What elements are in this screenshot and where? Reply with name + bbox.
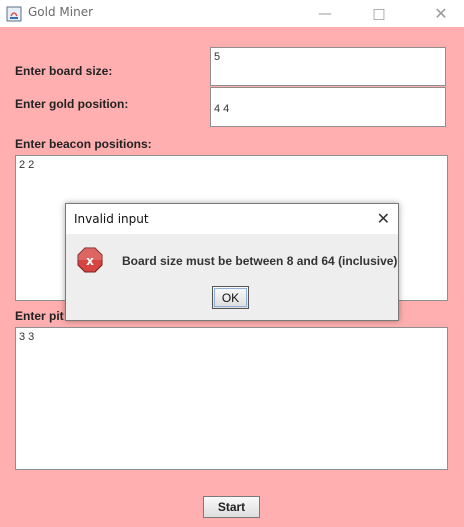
dialog-message: Board size must be between 8 and 64 (inc…	[122, 254, 398, 268]
beacon-positions-label: Enter beacon positions:	[15, 137, 152, 151]
board-size-label: Enter board size:	[15, 64, 113, 78]
close-icon[interactable]: ✕	[418, 0, 464, 27]
ok-button[interactable]: OK	[212, 286, 249, 309]
window-titlebar: Gold Miner — □ ✕	[0, 0, 464, 27]
svg-text:x: x	[86, 254, 94, 268]
dialog-close-icon[interactable]: ✕	[377, 209, 390, 229]
invalid-input-dialog: Invalid input ✕ x Board size must be bet…	[65, 203, 399, 321]
start-button[interactable]: Start	[203, 496, 260, 518]
maximize-icon[interactable]: □	[356, 0, 402, 27]
board-size-field[interactable]: 5	[210, 47, 446, 86]
window-title: Gold Miner	[28, 5, 94, 19]
java-app-icon	[6, 6, 22, 22]
gold-position-label: Enter gold position:	[15, 97, 129, 111]
dialog-title: Invalid input	[74, 212, 149, 226]
pit-positions-label: Enter pit	[15, 309, 64, 323]
minimize-icon[interactable]: —	[302, 0, 348, 27]
pit-positions-textarea[interactable]: 3 3	[15, 327, 448, 470]
dialog-titlebar: Invalid input ✕	[66, 204, 398, 234]
gold-position-field[interactable]: 4 4	[210, 87, 446, 127]
error-icon: x	[77, 247, 103, 273]
